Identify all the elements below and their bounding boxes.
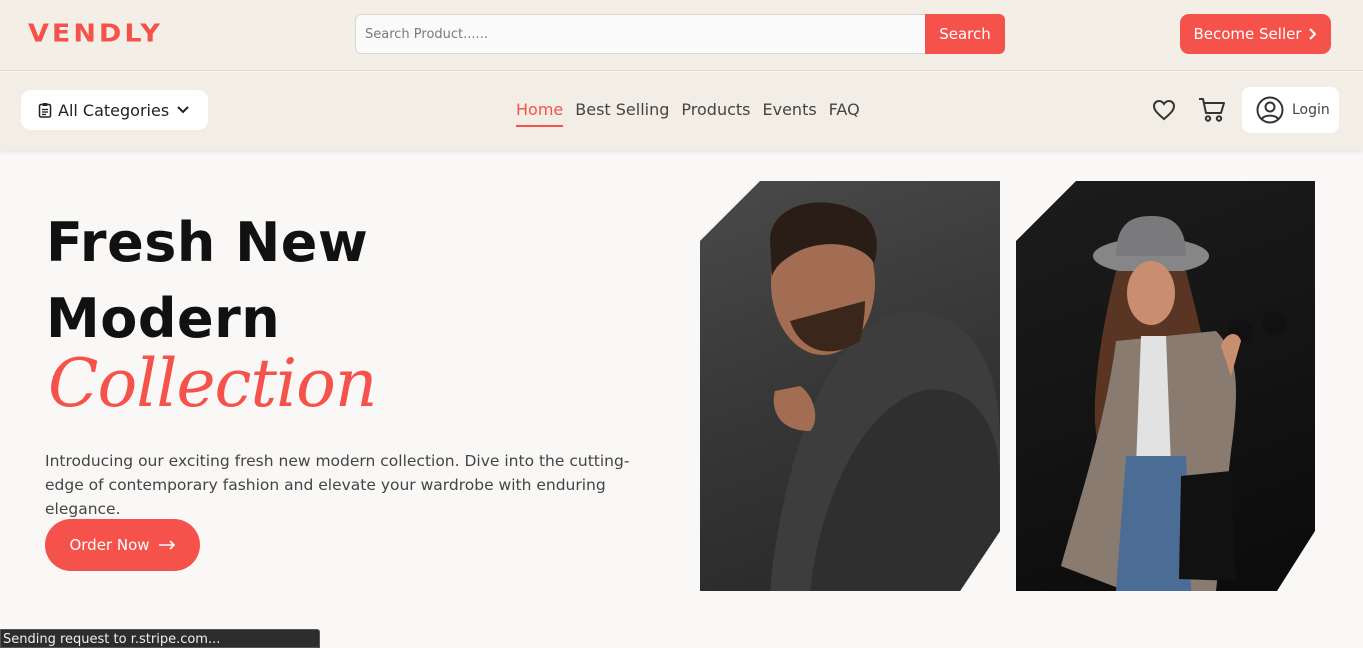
hero-description: Introducing our exciting fresh new moder…	[45, 452, 630, 518]
cart-icon[interactable]	[1198, 97, 1226, 123]
become-seller-label: Become Seller	[1193, 25, 1302, 43]
become-seller-button[interactable]: Become Seller	[1180, 14, 1331, 54]
hero-title-line1: Fresh New	[46, 211, 369, 274]
search-button[interactable]: Search	[925, 14, 1005, 54]
man-portrait-illustration	[700, 181, 1000, 591]
login-button[interactable]: Login	[1242, 87, 1339, 133]
heart-icon[interactable]	[1152, 99, 1176, 121]
woman-portrait-illustration	[1016, 181, 1315, 591]
chevron-down-icon	[177, 106, 189, 114]
hero-title: Fresh New Modern	[46, 205, 368, 357]
nav-link-best-selling[interactable]: Best Selling	[575, 100, 669, 125]
browser-status-bar: Sending request to r.stripe.com...	[0, 629, 320, 648]
search-bar: Search	[355, 14, 1005, 54]
categories-label: All Categories	[58, 100, 170, 120]
nav-bar: All Categories Home Best Selling Product…	[0, 72, 1363, 150]
top-header: VENDLY Search Become Seller	[0, 0, 1363, 71]
main-nav: Home Best Selling Products Events FAQ	[516, 100, 860, 127]
login-label: Login	[1292, 102, 1330, 118]
nav-link-home[interactable]: Home	[516, 100, 564, 127]
arrow-right-icon	[158, 540, 175, 550]
clipboard-icon	[38, 103, 52, 118]
nav-link-products[interactable]: Products	[681, 100, 750, 125]
hero-script-title: Collection	[48, 345, 377, 422]
hero-image-woman	[1016, 181, 1315, 591]
brand-logo[interactable]: VENDLY	[28, 19, 163, 48]
nav-link-events[interactable]: Events	[763, 100, 817, 125]
user-circle-icon	[1256, 96, 1284, 124]
order-now-button[interactable]: Order Now	[45, 519, 200, 571]
order-now-label: Order Now	[69, 536, 150, 554]
nav-link-faq[interactable]: FAQ	[829, 100, 860, 125]
search-input[interactable]	[355, 14, 925, 54]
all-categories-dropdown[interactable]: All Categories	[21, 90, 208, 130]
chevron-right-icon	[1308, 28, 1316, 40]
hero-image-man	[700, 181, 1000, 591]
